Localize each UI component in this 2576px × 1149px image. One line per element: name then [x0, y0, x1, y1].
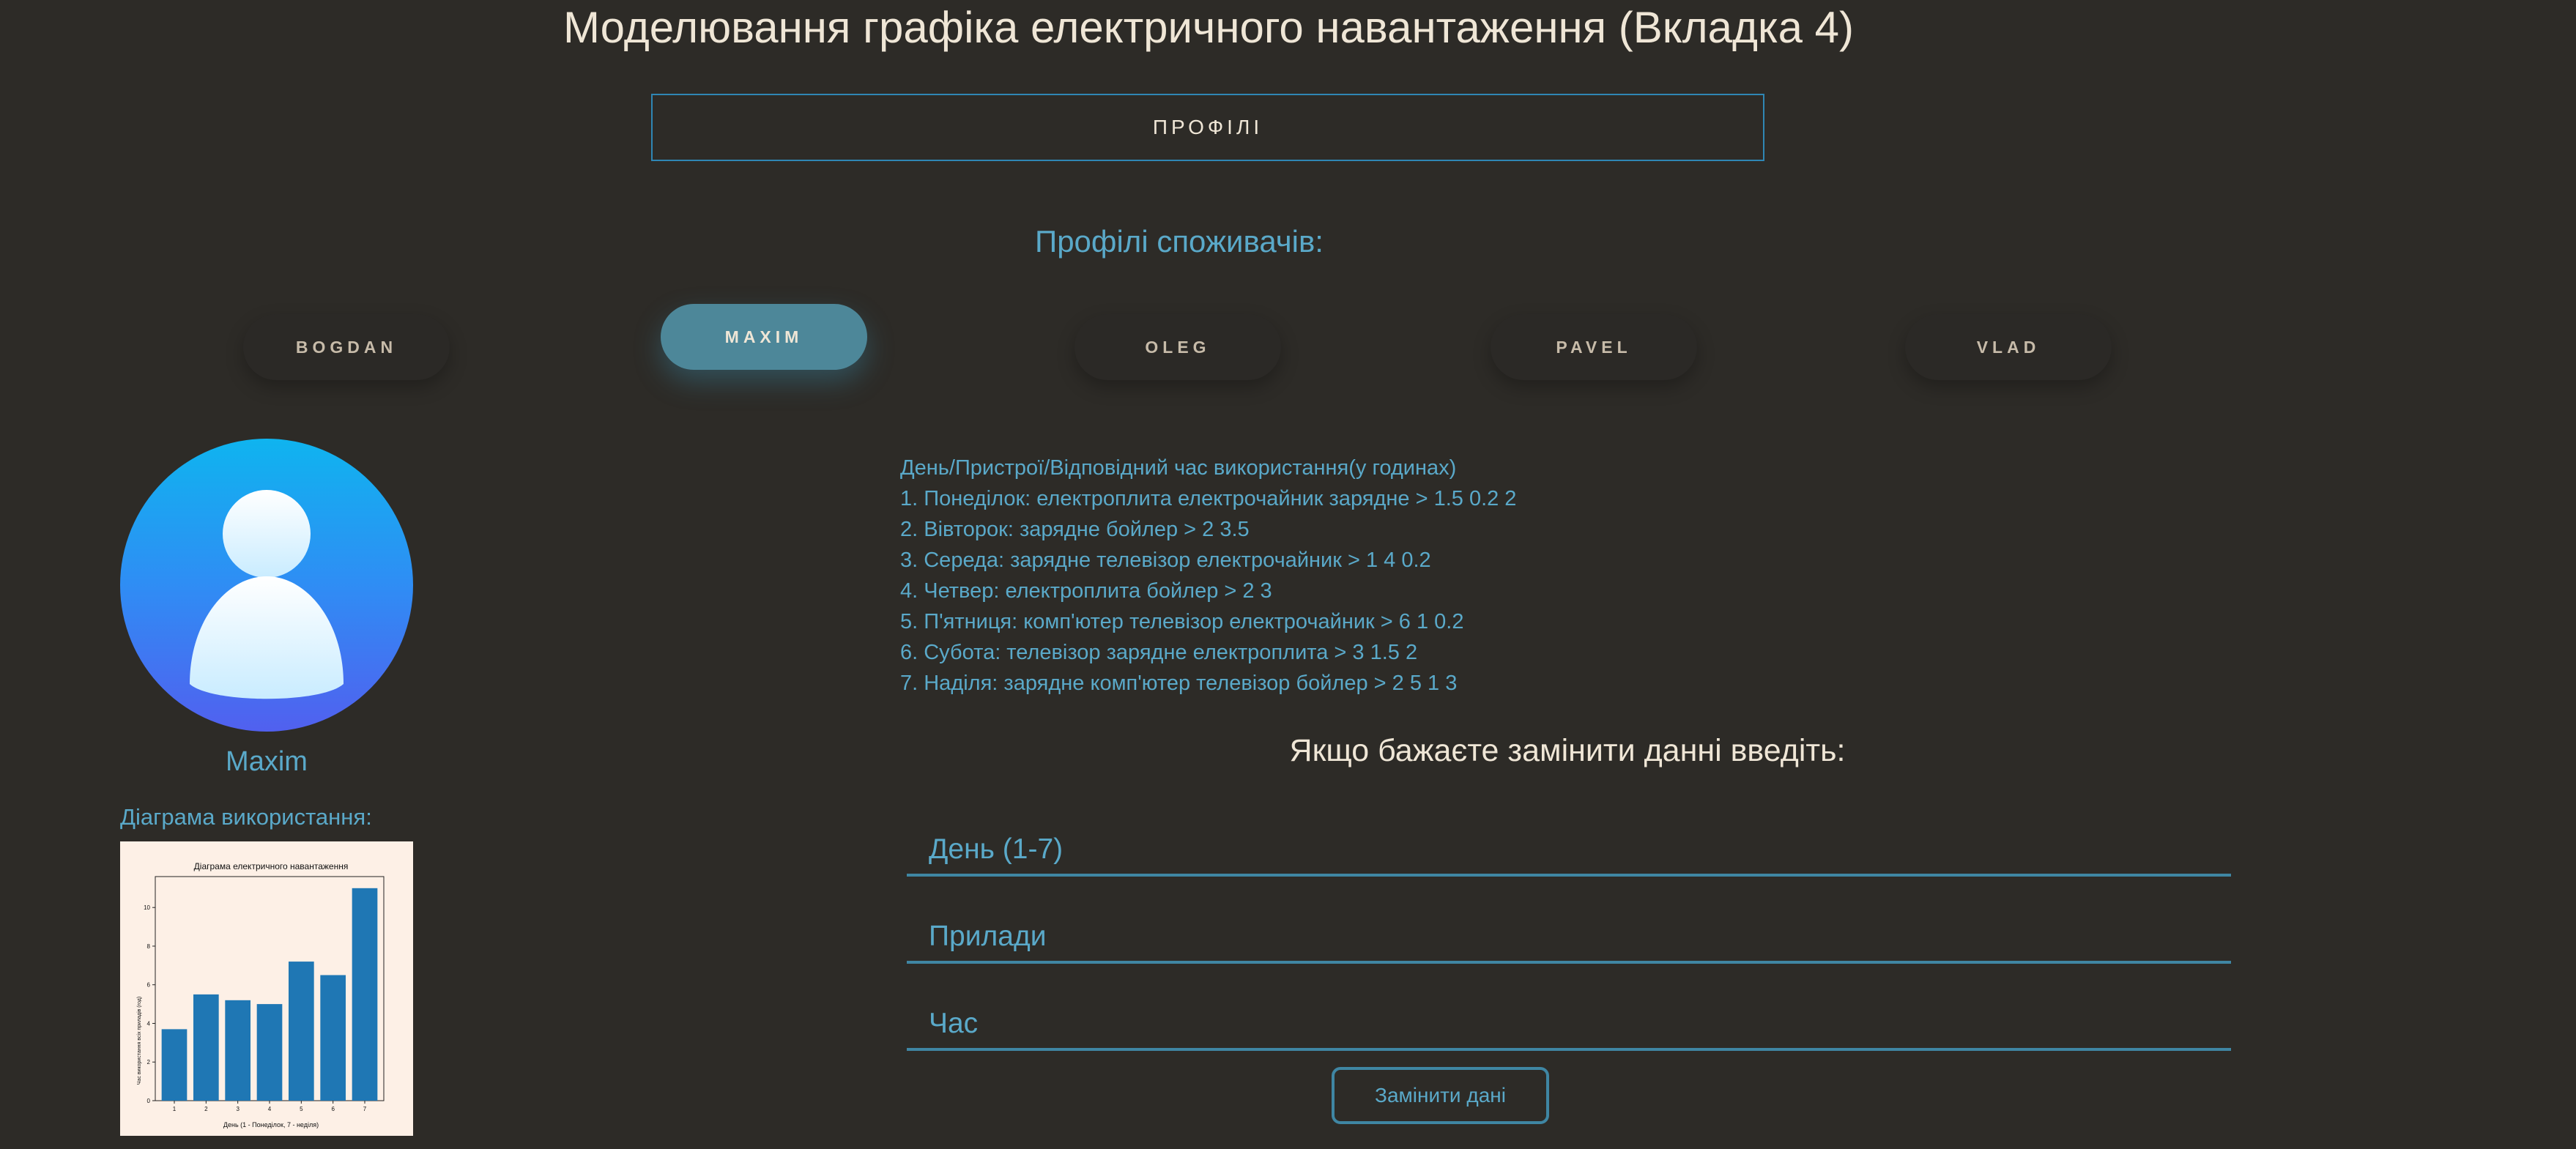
chart-x-tick-label: 3	[236, 1106, 240, 1112]
chart-title: Діаграма електричного навантаження	[194, 861, 349, 871]
schedule-line: 5. П'ятниця: комп'ютер телевізор електро…	[900, 610, 1464, 633]
chart-y-tick-label: 0	[147, 1098, 151, 1104]
chart-y-tick-label: 6	[147, 982, 151, 989]
usage-schedule: День/Пристрої/Відповідний час використан…	[900, 453, 1516, 699]
chart-bar	[256, 1004, 283, 1101]
chart-bar	[193, 994, 219, 1101]
chart-y-tick-label: 4	[147, 1020, 151, 1027]
user-name: Maxim	[226, 746, 308, 777]
usage-chart-label: Діаграма використання:	[120, 804, 372, 830]
chart-x-tick-label: 6	[331, 1106, 335, 1112]
schedule-header: День/Пристрої/Відповідний час використан…	[900, 456, 1457, 480]
chart-bar	[161, 1029, 188, 1101]
day-input[interactable]	[907, 825, 2231, 874]
schedule-line: 6. Субота: телевізор зарядне електроплит…	[900, 641, 1418, 664]
chart-x-axis-label: День (1 - Понеділок, 7 - неділя)	[223, 1121, 319, 1128]
user-avatar-icon	[120, 439, 413, 732]
profile-button-vlad[interactable]: VLAD	[1905, 314, 2112, 380]
devices-field	[907, 912, 2231, 964]
time-field	[907, 1000, 2231, 1051]
schedule-line: 7. Наділя: зарядне комп'ютер телевізор б…	[900, 672, 1458, 695]
chart-y-tick-label: 2	[147, 1059, 151, 1066]
chart-x-tick-label: 5	[300, 1106, 303, 1112]
usage-chart-svg: Діаграма електричного навантаження День …	[136, 861, 385, 1128]
replace-data-heading: Якщо бажаєте замінити данні введіть:	[1289, 733, 1846, 768]
schedule-line: 4. Четвер: електроплита бойлер > 2 3	[900, 579, 1272, 603]
app-root: Моделювання графіка електричного наванта…	[0, 0, 2576, 1149]
profile-button-oleg[interactable]: OLEG	[1074, 314, 1281, 380]
chart-bar	[352, 888, 378, 1101]
chart-x-tick-label: 4	[268, 1106, 272, 1112]
chart-x-tick-label: 7	[363, 1106, 367, 1112]
schedule-line: 1. Понеділок: електроплита електрочайник…	[900, 487, 1517, 510]
schedule-line: 2. Вівторок: зарядне бойлер > 2 3.5	[900, 518, 1250, 541]
profile-button-bogdan[interactable]: BOGDAN	[243, 314, 450, 380]
chart-y-axis-label: Час використання всіх приладів (год)	[136, 997, 142, 1085]
schedule-line: 3. Середа: зарядне телевізор електрочайн…	[900, 549, 1431, 572]
chart-bar	[225, 1000, 250, 1101]
page-title: Моделювання графіка електричного наванта…	[563, 3, 1855, 52]
replace-data-button[interactable]: Замінити дані	[1332, 1067, 1549, 1124]
devices-input[interactable]	[907, 912, 2231, 961]
profile-button-maxim[interactable]: MAXIM	[661, 304, 867, 370]
chart-bar	[320, 975, 346, 1101]
chart-x-tick-label: 1	[173, 1106, 177, 1112]
chart-bar	[289, 962, 314, 1101]
chart-x-tick-label: 2	[204, 1106, 208, 1112]
profiles-button[interactable]: ПРОФІЛІ	[651, 94, 1764, 161]
profile-button-pavel[interactable]: PAVEL	[1491, 314, 1697, 380]
chart-y-tick-label: 8	[147, 943, 151, 950]
day-field	[907, 825, 2231, 877]
usage-chart: Діаграма електричного навантаження День …	[120, 841, 413, 1136]
chart-y-tick-label: 10	[144, 904, 150, 911]
time-input[interactable]	[907, 1000, 2231, 1048]
consumer-profiles-heading: Профілі споживачів:	[1035, 224, 1324, 259]
